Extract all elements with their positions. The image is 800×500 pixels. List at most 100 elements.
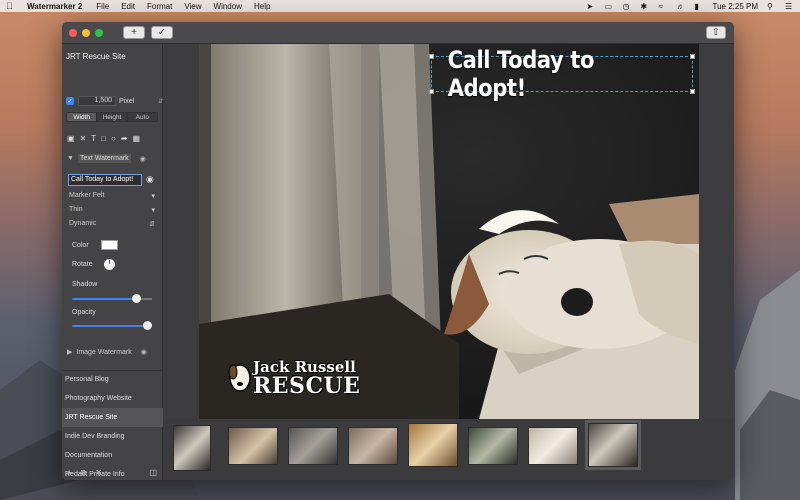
resize-handle-bottom-left[interactable] — [429, 89, 434, 94]
unit-stepper-icon[interactable]: ⇵ — [158, 98, 163, 105]
opacity-slider[interactable] — [72, 321, 152, 330]
color-label: Color — [72, 242, 89, 249]
menu-edit[interactable]: Edit — [121, 2, 135, 11]
site-item-photography-website[interactable]: Photography Website — [62, 389, 163, 408]
app-window: + ✓ ⇧ JRT Rescue Site ✓ 1,500 Pixel ⇵ Wi… — [62, 22, 734, 480]
shadow-slider[interactable] — [72, 294, 152, 303]
minimize-window-button[interactable] — [82, 28, 90, 37]
segment-height[interactable]: Height — [97, 113, 128, 121]
menu-file[interactable]: File — [96, 2, 109, 11]
volume-icon[interactable]: ♬ — [676, 2, 685, 11]
popup-arrow-icon: ▾ — [151, 193, 155, 200]
segment-auto[interactable]: Auto — [127, 113, 157, 121]
dog-logo-icon — [228, 363, 251, 392]
site-item-indie-dev-branding[interactable]: Indie Dev Branding — [62, 427, 163, 446]
resize-handle-bottom-right[interactable] — [690, 89, 695, 94]
dimension-segmented-control: Width Height Auto — [66, 112, 158, 122]
text-watermark-label: Text Watermark — [77, 154, 131, 163]
rotate-label: Rotate — [72, 261, 93, 268]
share-button[interactable]: ⇧ — [706, 26, 726, 39]
pin-icon[interactable]: ➤ — [586, 2, 595, 11]
logo-line-2: RESCUE — [253, 373, 361, 399]
unit-select[interactable]: Pixel — [119, 98, 134, 105]
close-window-button[interactable] — [69, 28, 77, 37]
segment-width[interactable]: Width — [67, 113, 98, 121]
add-site-icon[interactable]: + — [67, 468, 72, 478]
menu-help[interactable]: Help — [254, 2, 270, 11]
text-options-icon[interactable]: ◉ — [146, 174, 154, 185]
thumbnail[interactable] — [348, 427, 398, 465]
thumbnail[interactable] — [288, 427, 338, 465]
remove-tool-icon[interactable]: ✕ — [80, 134, 87, 143]
share-icon: ⇧ — [711, 27, 721, 38]
watermark-selection-box[interactable]: Call Today to Adopt! — [429, 46, 695, 102]
site-item-personal-blog[interactable]: Personal Blog — [62, 370, 163, 389]
shadow-slider-knob[interactable] — [132, 294, 141, 303]
weight-popup[interactable]: Thin ▾ — [69, 206, 155, 214]
visibility-eye-icon[interactable]: ◉ — [140, 155, 146, 163]
watermark-text[interactable]: Call Today to Adopt! — [448, 46, 677, 102]
disclosure-open-icon[interactable]: ▼ — [67, 155, 74, 162]
bluetooth-icon[interactable]: ✱ — [640, 2, 649, 11]
title-bar: + ✓ ⇧ — [62, 22, 734, 44]
menu-format[interactable]: Format — [147, 2, 172, 11]
notification-center-icon[interactable]: ☰ — [785, 2, 794, 11]
apply-button[interactable]: ✓ — [151, 26, 173, 39]
thumbnail-selected[interactable] — [585, 420, 641, 470]
photo-preview[interactable]: Call Today to Adopt! Jack Russell RESCUE — [199, 44, 699, 419]
thumbnail[interactable] — [173, 425, 211, 471]
visibility-eye-icon[interactable]: ◉ — [141, 348, 147, 356]
spotlight-icon[interactable]: ⚲ — [767, 2, 776, 11]
rescue-logo-watermark: Jack Russell RESCUE — [227, 360, 360, 397]
thumbnail[interactable] — [528, 427, 578, 465]
apple-menu-icon[interactable]:  — [6, 1, 15, 11]
watermark-text-field[interactable]: Call Today to Adopt! — [68, 174, 142, 186]
resize-checkbox[interactable]: ✓ — [66, 97, 74, 105]
color-well[interactable] — [101, 240, 118, 250]
thumbnail[interactable] — [468, 427, 518, 465]
thumbnail[interactable] — [228, 427, 278, 465]
rectangle-tool-icon[interactable]: □ — [101, 134, 106, 143]
wifi-icon[interactable]: ≈ — [658, 2, 667, 11]
zoom-window-button[interactable] — [95, 28, 103, 37]
resize-handle-top-left[interactable] — [429, 54, 434, 59]
rotate-dial-indicator — [109, 260, 110, 264]
mode-popup[interactable]: Dynamic ⇵ — [69, 220, 155, 228]
app-menu[interactable]: Watermarker 2 — [27, 2, 82, 11]
delete-site-icon[interactable]: ✕ — [95, 468, 102, 478]
image-watermark-label: Image Watermark — [76, 348, 132, 356]
sidebar-toggle-icon[interactable]: ◫ — [149, 468, 157, 478]
duplicate-site-icon[interactable]: ⧉ — [81, 468, 87, 478]
image-tool-icon[interactable]: ▣ — [67, 134, 75, 143]
image-watermark-header[interactable]: ▶ Image Watermark ◉ — [67, 348, 147, 357]
size-field[interactable]: 1,500 — [78, 96, 116, 106]
rotate-dial[interactable] — [104, 259, 115, 270]
size-row: ✓ 1,500 Pixel ⇵ — [66, 96, 163, 106]
menubar-clock[interactable]: Tue 2:25 PM — [712, 2, 758, 11]
opacity-slider-knob[interactable] — [143, 321, 152, 330]
add-button[interactable]: + — [123, 26, 145, 39]
arrow-tool-icon[interactable]: ➦ — [121, 134, 128, 143]
airplay-icon[interactable]: ▭ — [604, 2, 613, 11]
font-popup[interactable]: Marker Felt ▾ — [69, 192, 155, 200]
site-item-jrt-rescue-site[interactable]: JRT Rescue Site — [62, 408, 163, 427]
text-watermark-header[interactable]: ▼ Text Watermark ◉ — [67, 154, 146, 163]
text-tool-icon[interactable]: T — [91, 134, 96, 143]
watermark-tools: ▣ ✕ T □ ○ ➦ ▦ — [67, 134, 140, 143]
time-machine-icon[interactable]: ◷ — [622, 2, 631, 11]
thumbnail[interactable] — [408, 423, 458, 467]
opacity-label: Opacity — [72, 309, 96, 316]
shadow-label: Shadow — [72, 281, 98, 288]
pattern-tool-icon[interactable]: ▦ — [133, 134, 141, 143]
menu-window[interactable]: Window — [214, 2, 242, 11]
disclosure-closed-icon[interactable]: ▶ — [67, 348, 72, 356]
site-item-documentation[interactable]: Documentation — [62, 446, 163, 465]
resize-handle-top-right[interactable] — [690, 54, 695, 59]
battery-icon[interactable]: ▮ — [694, 2, 703, 11]
ellipse-tool-icon[interactable]: ○ — [111, 134, 116, 143]
menu-view[interactable]: View — [184, 2, 201, 11]
logo-text: Jack Russell RESCUE — [253, 360, 361, 399]
sidebar: JRT Rescue Site ✓ 1,500 Pixel ⇵ Width He… — [62, 44, 163, 480]
menu-bar:  Watermarker 2 File Edit Format View Wi… — [0, 0, 800, 12]
thumbnail-strip — [163, 419, 734, 480]
